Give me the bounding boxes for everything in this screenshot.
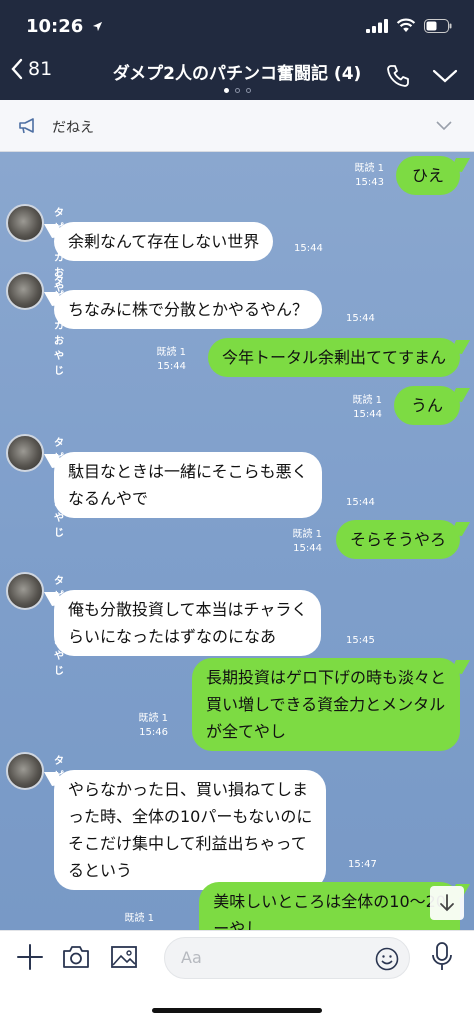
status-time-text: 10:26	[26, 16, 84, 37]
message-bubble[interactable]: 俺も分散投資して本当はチャラく らいになったはずなのになあ	[54, 590, 322, 656]
avatar[interactable]	[6, 204, 44, 242]
message-line: が全てやし	[205, 722, 286, 741]
message-meta: 既読 1 15:44	[332, 394, 382, 422]
message-line: なるんやで	[68, 489, 149, 508]
wifi-icon	[396, 18, 416, 32]
read-receipt: 既読 1	[124, 913, 154, 924]
message-time: 15:44	[346, 313, 375, 324]
page-dot	[234, 88, 240, 93]
message-bubble[interactable]: 長期投資はゲロ下げの時も淡々と 買い増しできる資金力とメンタル が全てやし	[191, 658, 460, 751]
chat-area[interactable]: ひえ 既読 1 15:43 タピオカおやじ 余剰なんて存在しない世界 15:44…	[0, 152, 474, 930]
read-receipt: 既読 1	[292, 529, 322, 540]
message-time: 15:44	[294, 243, 323, 254]
announcement-text: だねえ	[52, 120, 94, 136]
location-arrow-icon	[92, 21, 102, 32]
message-meta: 既読 1 15:44	[272, 528, 322, 556]
chevron-down-icon[interactable]	[432, 68, 458, 84]
plus-icon[interactable]	[16, 943, 44, 971]
camera-icon[interactable]	[62, 945, 90, 969]
read-receipt: 既読 1	[138, 713, 168, 724]
message-bubble[interactable]: ちなみに株で分散とかやるやん？	[54, 290, 323, 329]
emoji-icon[interactable]	[375, 947, 399, 971]
message-time: 15:44	[353, 409, 382, 420]
page-dot	[223, 88, 229, 93]
message-meta: 既読 1 15:44	[136, 346, 186, 374]
read-receipt: 既読 1	[354, 163, 384, 174]
message-line: 駄目なときは一緒にそこらも悪く	[68, 462, 308, 481]
message-time: 15:46	[139, 727, 168, 738]
message-input-field[interactable]	[164, 937, 410, 979]
status-time: 10:26	[26, 16, 103, 37]
announcement-bar[interactable]: だねえ	[0, 100, 474, 152]
message-line: るという	[68, 861, 133, 880]
message-meta: 既読 1 15:46	[118, 712, 168, 740]
message-time: 15:45	[346, 635, 375, 646]
avatar[interactable]	[6, 752, 44, 790]
message-bubble[interactable]: そらそうやろ	[335, 520, 460, 559]
message-line: ーやし	[213, 919, 262, 930]
message-bubble[interactable]: 美味しいところは全体の10〜20 ーやし	[199, 882, 460, 930]
page-dot	[245, 88, 251, 93]
message-time: 15:47	[348, 859, 377, 870]
page-indicator	[0, 88, 474, 93]
message-bubble[interactable]: ひえ	[396, 156, 460, 195]
scroll-to-bottom-button[interactable]	[430, 886, 464, 920]
home-indicator	[152, 1008, 322, 1013]
megaphone-icon	[19, 118, 34, 134]
message-line: そこだけ集中して利益出ちゃって	[68, 834, 307, 853]
message-bubble[interactable]: 今年トータル余剰出ててすまん	[207, 338, 460, 377]
avatar[interactable]	[6, 272, 44, 310]
message-meta: 既読 1 15:43	[334, 162, 384, 190]
cellular-signal-icon	[366, 18, 388, 33]
message-meta: 既読 1	[104, 912, 154, 926]
message-line: 美味しいところは全体の10〜20	[213, 892, 446, 911]
message-time: 15:44	[293, 543, 322, 554]
microphone-icon[interactable]	[430, 941, 454, 973]
read-receipt: 既読 1	[352, 395, 382, 406]
message-time: 15:43	[355, 177, 384, 188]
message-line: 買い増しできる資金力とメンタル	[205, 695, 446, 714]
phone-icon[interactable]	[386, 64, 410, 88]
message-input[interactable]	[181, 948, 361, 967]
message-bubble[interactable]: やらなかった日、買い損ねてしま った時、全体の10パーもないのに そこだけ集中し…	[54, 770, 327, 890]
chat-header: 81 ダメプ2人のパチンコ奮闘記 (4)	[0, 52, 474, 100]
message-line: 俺も分散投資して本当はチャラく	[68, 600, 308, 619]
read-receipt: 既読 1	[156, 347, 186, 358]
message-line: らいになったはずなのになあ	[68, 627, 277, 646]
image-icon[interactable]	[110, 945, 138, 969]
avatar[interactable]	[6, 434, 44, 472]
battery-icon	[424, 18, 452, 33]
avatar[interactable]	[6, 572, 44, 610]
message-time: 15:44	[346, 497, 375, 508]
message-bubble[interactable]: 駄目なときは一緒にそこらも悪く なるんやで	[54, 452, 322, 518]
chevron-down-icon[interactable]	[436, 121, 452, 131]
message-time: 15:44	[157, 361, 186, 372]
message-line: やらなかった日、買い損ねてしま	[68, 780, 309, 799]
message-bubble[interactable]: 余剰なんて存在しない世界	[54, 222, 274, 261]
message-line: 長期投資はゲロ下げの時も淡々と	[205, 668, 446, 687]
message-bubble[interactable]: うん	[394, 386, 460, 425]
arrow-down-icon	[440, 894, 454, 912]
status-bar: 10:26	[0, 0, 474, 52]
status-icons	[366, 18, 452, 33]
message-line: った時、全体の10パーもないのに	[68, 807, 313, 826]
